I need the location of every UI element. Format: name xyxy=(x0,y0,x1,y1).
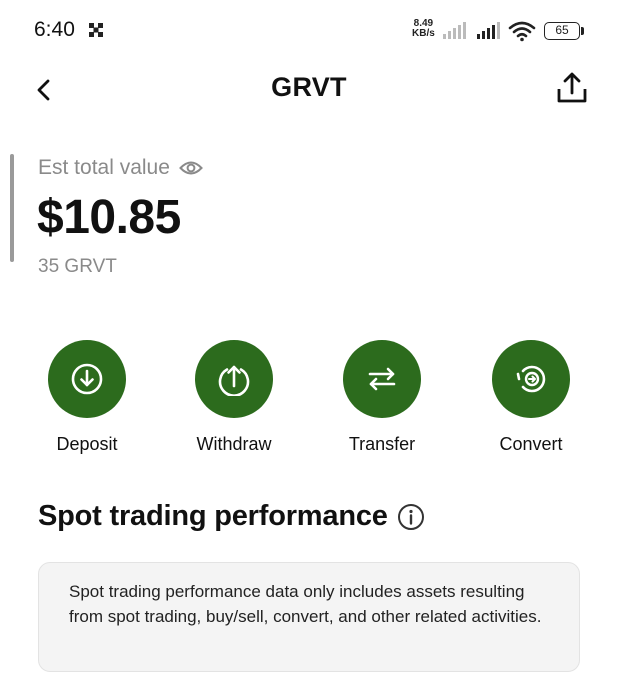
header: GRVT xyxy=(0,62,618,118)
share-icon xyxy=(557,72,587,103)
deposit-label: Deposit xyxy=(56,434,118,454)
battery-icon: 65 xyxy=(544,22,584,40)
info-card: Spot trading performance data only inclu… xyxy=(38,562,580,672)
balance-amount: $10.85 xyxy=(37,191,181,244)
spot-performance-header: Spot trading performance xyxy=(38,500,425,533)
convert-circle[interactable] xyxy=(492,340,570,418)
withdraw-label: Withdraw xyxy=(196,434,272,454)
transfer-label: Transfer xyxy=(348,434,416,454)
page-title: GRVT xyxy=(271,72,347,102)
deposit-button[interactable]: Deposit xyxy=(27,340,147,455)
withdraw-button[interactable]: Withdraw xyxy=(174,340,294,455)
notification-icon xyxy=(88,22,104,38)
network-speed: 8.49 KB/s xyxy=(412,19,435,39)
transfer-button[interactable]: Transfer xyxy=(322,340,442,455)
eye-icon[interactable] xyxy=(179,159,203,177)
action-row: Deposit Withdraw Transfer Convert xyxy=(0,340,618,460)
withdraw-circle[interactable] xyxy=(195,340,273,418)
status-time: 6:40 xyxy=(34,18,75,41)
battery-level: 65 xyxy=(544,22,580,40)
info-note: Spot trading performance data only inclu… xyxy=(69,582,542,626)
signal-icon xyxy=(476,22,504,40)
balance-label-row: Est total value xyxy=(38,156,203,180)
arrow-up-circle-icon xyxy=(218,365,250,396)
balance-quantity: 35 GRVT xyxy=(38,256,117,277)
info-icon[interactable] xyxy=(397,503,425,531)
network-speed-unit: KB/s xyxy=(412,28,435,39)
section-title: Spot trading performance xyxy=(38,500,388,532)
convert-button[interactable]: Convert xyxy=(471,340,591,455)
convert-icon xyxy=(516,365,546,393)
signal-icon xyxy=(442,22,470,40)
balance-section: Est total value $10.85 35 GRVT xyxy=(0,150,618,280)
convert-label: Convert xyxy=(499,434,563,454)
balance-label: Est total value xyxy=(38,156,170,179)
share-button[interactable] xyxy=(552,68,592,108)
balance-accent-bar xyxy=(10,154,14,262)
deposit-circle[interactable] xyxy=(48,340,126,418)
wifi-icon xyxy=(508,20,536,42)
status-bar: 6:40 8.49 KB/s 65 xyxy=(0,0,618,62)
arrow-down-circle-icon xyxy=(71,363,103,395)
battery-tip xyxy=(581,27,584,35)
swap-arrows-icon xyxy=(368,367,396,391)
transfer-circle[interactable] xyxy=(343,340,421,418)
